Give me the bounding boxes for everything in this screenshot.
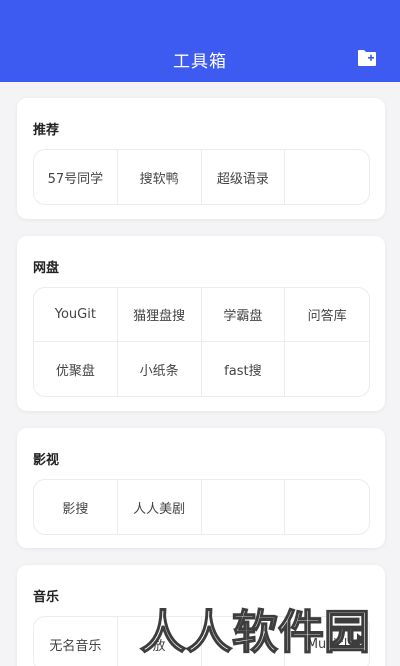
empty-cell [285,342,369,396]
empty-cell [285,480,369,534]
tool-grid: 57号同学 搜软鸭 超级语录 [33,149,370,205]
section-title: 影视 [33,453,60,468]
watermark-text: 人人软件园 [139,604,371,660]
tool-item[interactable]: YouGit [34,288,118,342]
tool-item[interactable]: 无名音乐 [34,617,118,666]
empty-cell [202,480,286,534]
section-title: 推荐 [33,123,60,138]
tool-item[interactable]: 影搜 [34,480,118,534]
tool-grid: 影搜 人人美剧 [33,479,370,535]
app-bar: 工具箱 [0,0,400,82]
tool-item[interactable]: 小纸条 [118,342,202,396]
tool-item[interactable]: 优聚盘 [34,342,118,396]
tool-item[interactable]: 猫狸盘搜 [117,288,202,342]
section-video: 影视 影搜 人人美剧 [17,428,385,548]
tool-item[interactable]: 人人美剧 [118,480,202,534]
tool-item[interactable]: 搜软鸭 [118,150,202,204]
page-title: 工具箱 [173,52,227,72]
empty-cell [285,150,369,204]
folder-add-icon[interactable] [357,49,377,67]
tool-item[interactable]: 学霸盘 [201,288,286,342]
tool-item[interactable]: 57号同学 [34,150,118,204]
tool-item[interactable]: 超级语录 [202,150,286,204]
section-recommend: 推荐 57号同学 搜软鸭 超级语录 [17,98,385,219]
tool-item[interactable]: 问答库 [285,288,369,342]
section-title: 音乐 [33,590,60,605]
section-title: 网盘 [33,261,60,276]
tool-grid: YouGit 猫狸盘搜 学霸盘 问答库 优聚盘 小纸条 fast搜 [33,287,370,397]
section-netdisk: 网盘 YouGit 猫狸盘搜 学霸盘 问答库 优聚盘 小纸条 fast搜 [17,236,385,411]
tool-item[interactable]: fast搜 [202,342,286,396]
